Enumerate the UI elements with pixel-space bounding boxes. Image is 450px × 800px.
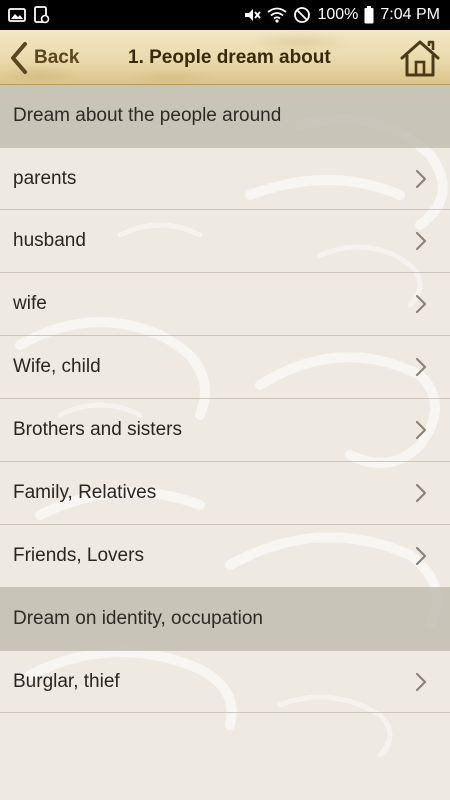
list-item-parents[interactable]: parents	[0, 147, 450, 210]
back-label: Back	[34, 47, 80, 68]
list-item-family-relatives[interactable]: Family, Relatives	[0, 462, 450, 525]
chevron-right-icon	[414, 168, 428, 190]
chevron-right-icon	[414, 230, 428, 252]
clock: 7:04 PM	[380, 6, 440, 23]
list-item-wife[interactable]: wife	[0, 273, 450, 336]
list-item-label: Burglar, thief	[13, 670, 120, 692]
image-notification-icon	[8, 7, 26, 23]
wifi-icon	[267, 7, 288, 23]
app-bar: Back 1. People dream about	[0, 30, 450, 85]
list-item-label: wife	[13, 293, 47, 314]
do-not-disturb-icon	[293, 6, 311, 24]
list-item-husband[interactable]: husband	[0, 210, 450, 273]
chevron-left-icon	[8, 41, 30, 75]
content-area[interactable]: Dream about the people around parents hu…	[0, 85, 450, 800]
battery-icon	[364, 6, 374, 24]
list-item-label: husband	[13, 230, 86, 251]
menu-list: Dream about the people around parents hu…	[0, 85, 450, 713]
status-bar: 100% 7:04 PM	[0, 0, 450, 30]
list-item-label: Wife, child	[13, 356, 101, 377]
list-item-wife-child[interactable]: Wife, child	[0, 336, 450, 399]
section-header: Dream about the people around	[0, 85, 450, 147]
chevron-right-icon	[414, 419, 428, 441]
chevron-right-icon	[414, 356, 428, 378]
list-item-brothers-sisters[interactable]: Brothers and sisters	[0, 399, 450, 462]
chevron-right-icon	[414, 545, 428, 567]
app-notification-icon	[32, 6, 50, 24]
list-item-label: parents	[13, 167, 77, 189]
list-item-burglar-thief[interactable]: Burglar, thief	[0, 650, 450, 713]
chevron-right-icon	[414, 293, 428, 315]
list-item-label: Friends, Lovers	[13, 545, 144, 566]
page-title: 1. People dream about	[128, 46, 331, 68]
battery-percent: 100%	[317, 6, 359, 23]
back-button[interactable]: Back	[8, 38, 79, 78]
mute-icon	[243, 6, 262, 24]
home-button[interactable]	[398, 36, 442, 80]
chevron-right-icon	[414, 671, 428, 693]
section-header: Dream on identity, occupation	[0, 588, 450, 650]
list-item-label: Family, Relatives	[13, 482, 157, 503]
chevron-right-icon	[414, 482, 428, 504]
list-item-label: Brothers and sisters	[13, 419, 182, 440]
list-item-friends-lovers[interactable]: Friends, Lovers	[0, 525, 450, 588]
home-icon	[399, 38, 441, 78]
